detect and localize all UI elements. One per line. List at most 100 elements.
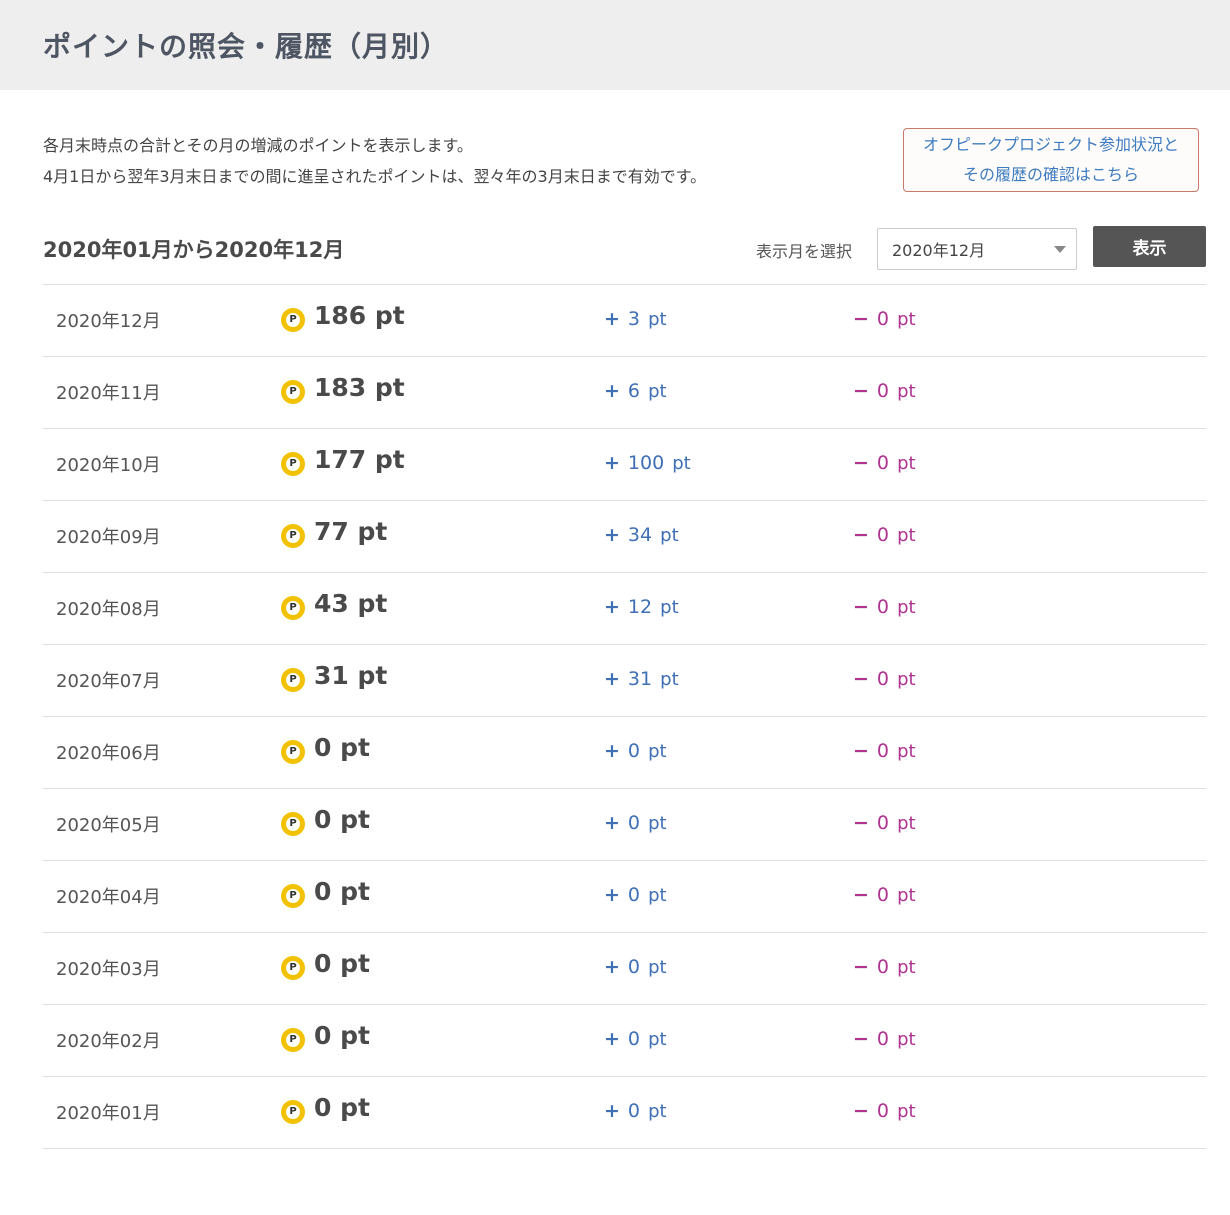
row-added-points: +0 pt xyxy=(604,1028,667,1050)
row-total-points: 183 pt xyxy=(314,373,405,402)
minus-icon: − xyxy=(853,596,869,618)
plus-icon: + xyxy=(604,884,620,906)
offpeak-link-line-1: オフピークプロジェクト参加状況と xyxy=(922,135,1179,154)
row-total-points: 0 pt xyxy=(314,1021,370,1050)
month-select[interactable]: 2020年12月 xyxy=(877,228,1077,270)
row-total-points: 0 pt xyxy=(314,733,370,762)
added-unit: pt xyxy=(648,1101,667,1122)
row-total-points: 77 pt xyxy=(314,517,388,546)
added-value: 0 xyxy=(627,1028,641,1050)
row-month: 2020年01月 xyxy=(56,1103,161,1124)
row-added-points: +0 pt xyxy=(604,956,667,978)
month-select-value: 2020年12月 xyxy=(892,241,986,260)
row-month: 2020年08月 xyxy=(56,599,161,620)
added-value: 0 xyxy=(627,884,641,906)
plus-icon: + xyxy=(604,812,620,834)
row-total-points: 31 pt xyxy=(314,661,388,690)
coin-letter: P xyxy=(286,601,300,615)
row-removed-points: −0 pt xyxy=(853,740,916,762)
point-coin-icon: P xyxy=(281,812,305,836)
removed-value: 0 xyxy=(876,1028,890,1050)
intro-line-1: 各月末時点の合計とその月の増減のポイントを表示します。 xyxy=(43,136,473,155)
point-coin-icon: P xyxy=(281,380,305,404)
removed-value: 0 xyxy=(876,596,890,618)
removed-value: 0 xyxy=(876,740,890,762)
removed-unit: pt xyxy=(897,885,916,906)
removed-unit: pt xyxy=(897,453,916,474)
minus-icon: − xyxy=(853,812,869,834)
point-coin-icon: P xyxy=(281,668,305,692)
removed-unit: pt xyxy=(897,1029,916,1050)
minus-icon: − xyxy=(853,884,869,906)
plus-icon: + xyxy=(604,740,620,762)
point-coin-icon: P xyxy=(281,1028,305,1052)
removed-value: 0 xyxy=(876,308,890,330)
plus-icon: + xyxy=(604,1028,620,1050)
point-coin-icon: P xyxy=(281,1100,305,1124)
row-added-points: +34 pt xyxy=(604,524,679,546)
point-coin-icon: P xyxy=(281,884,305,908)
intro-line-2: 4月1日から翌年3月末日までの間に進呈されたポイントは、翌々年の3月末日まで有効… xyxy=(43,167,707,186)
coin-letter: P xyxy=(286,673,300,687)
removed-value: 0 xyxy=(876,668,890,690)
added-value: 12 xyxy=(627,596,653,618)
row-added-points: +100 pt xyxy=(604,452,691,474)
removed-value: 0 xyxy=(876,884,890,906)
coin-letter: P xyxy=(286,889,300,903)
row-added-points: +0 pt xyxy=(604,812,667,834)
added-value: 34 xyxy=(627,524,653,546)
row-removed-points: −0 pt xyxy=(853,884,916,906)
row-removed-points: −0 pt xyxy=(853,308,916,330)
row-removed-points: −0 pt xyxy=(853,668,916,690)
intro-text: 各月末時点の合計とその月の増減のポイントを表示します。 4月1日から翌年3月末日… xyxy=(43,130,706,192)
row-month: 2020年04月 xyxy=(56,887,161,908)
history-list: 2020年12月 P 186 pt +3 pt −0 pt 2020年11月 P 183 pt… xyxy=(43,284,1206,1149)
removed-unit: pt xyxy=(897,957,916,978)
offpeak-link-line-2: その履歴の確認はこちら xyxy=(962,165,1139,184)
minus-icon: − xyxy=(853,1100,869,1122)
added-unit: pt xyxy=(672,453,691,474)
row-month: 2020年09月 xyxy=(56,527,161,548)
row-month: 2020年12月 xyxy=(56,311,161,332)
row-added-points: +31 pt xyxy=(604,668,679,690)
minus-icon: − xyxy=(853,380,869,402)
history-row: 2020年03月 P 0 pt +0 pt −0 pt xyxy=(43,933,1206,1005)
month-select-label: 表示月を選択 xyxy=(756,242,853,261)
added-unit: pt xyxy=(660,669,679,690)
added-unit: pt xyxy=(648,885,667,906)
coin-letter: P xyxy=(286,961,300,975)
history-row: 2020年06月 P 0 pt +0 pt −0 pt xyxy=(43,717,1206,789)
minus-icon: − xyxy=(853,308,869,330)
row-total-points: 0 pt xyxy=(314,805,370,834)
history-row: 2020年02月 P 0 pt +0 pt −0 pt xyxy=(43,1005,1206,1077)
intro-section: 各月末時点の合計とその月の増減のポイントを表示します。 4月1日から翌年3月末日… xyxy=(0,90,1230,226)
removed-value: 0 xyxy=(876,380,890,402)
row-month: 2020年07月 xyxy=(56,671,161,692)
history-row: 2020年07月 P 31 pt +31 pt −0 pt xyxy=(43,645,1206,717)
removed-value: 0 xyxy=(876,812,890,834)
show-button[interactable]: 表示 xyxy=(1093,226,1206,267)
added-value: 0 xyxy=(627,956,641,978)
point-coin-icon: P xyxy=(281,452,305,476)
removed-unit: pt xyxy=(897,309,916,330)
removed-value: 0 xyxy=(876,1100,890,1122)
point-coin-icon: P xyxy=(281,740,305,764)
row-added-points: +0 pt xyxy=(604,884,667,906)
removed-unit: pt xyxy=(897,813,916,834)
added-unit: pt xyxy=(648,309,667,330)
added-value: 0 xyxy=(627,1100,641,1122)
row-month: 2020年02月 xyxy=(56,1031,161,1052)
row-removed-points: −0 pt xyxy=(853,812,916,834)
row-added-points: +0 pt xyxy=(604,1100,667,1122)
added-unit: pt xyxy=(648,1029,667,1050)
removed-unit: pt xyxy=(897,525,916,546)
plus-icon: + xyxy=(604,308,620,330)
row-total-points: 186 pt xyxy=(314,301,405,330)
history-row: 2020年04月 P 0 pt +0 pt −0 pt xyxy=(43,861,1206,933)
offpeak-project-link[interactable]: オフピークプロジェクト参加状況と その履歴の確認はこちら xyxy=(903,128,1199,192)
removed-value: 0 xyxy=(876,956,890,978)
range-title: 2020年01月から2020年12月 xyxy=(43,238,345,262)
coin-letter: P xyxy=(286,1033,300,1047)
history-row: 2020年11月 P 183 pt +6 pt −0 pt xyxy=(43,357,1206,429)
coin-letter: P xyxy=(286,745,300,759)
